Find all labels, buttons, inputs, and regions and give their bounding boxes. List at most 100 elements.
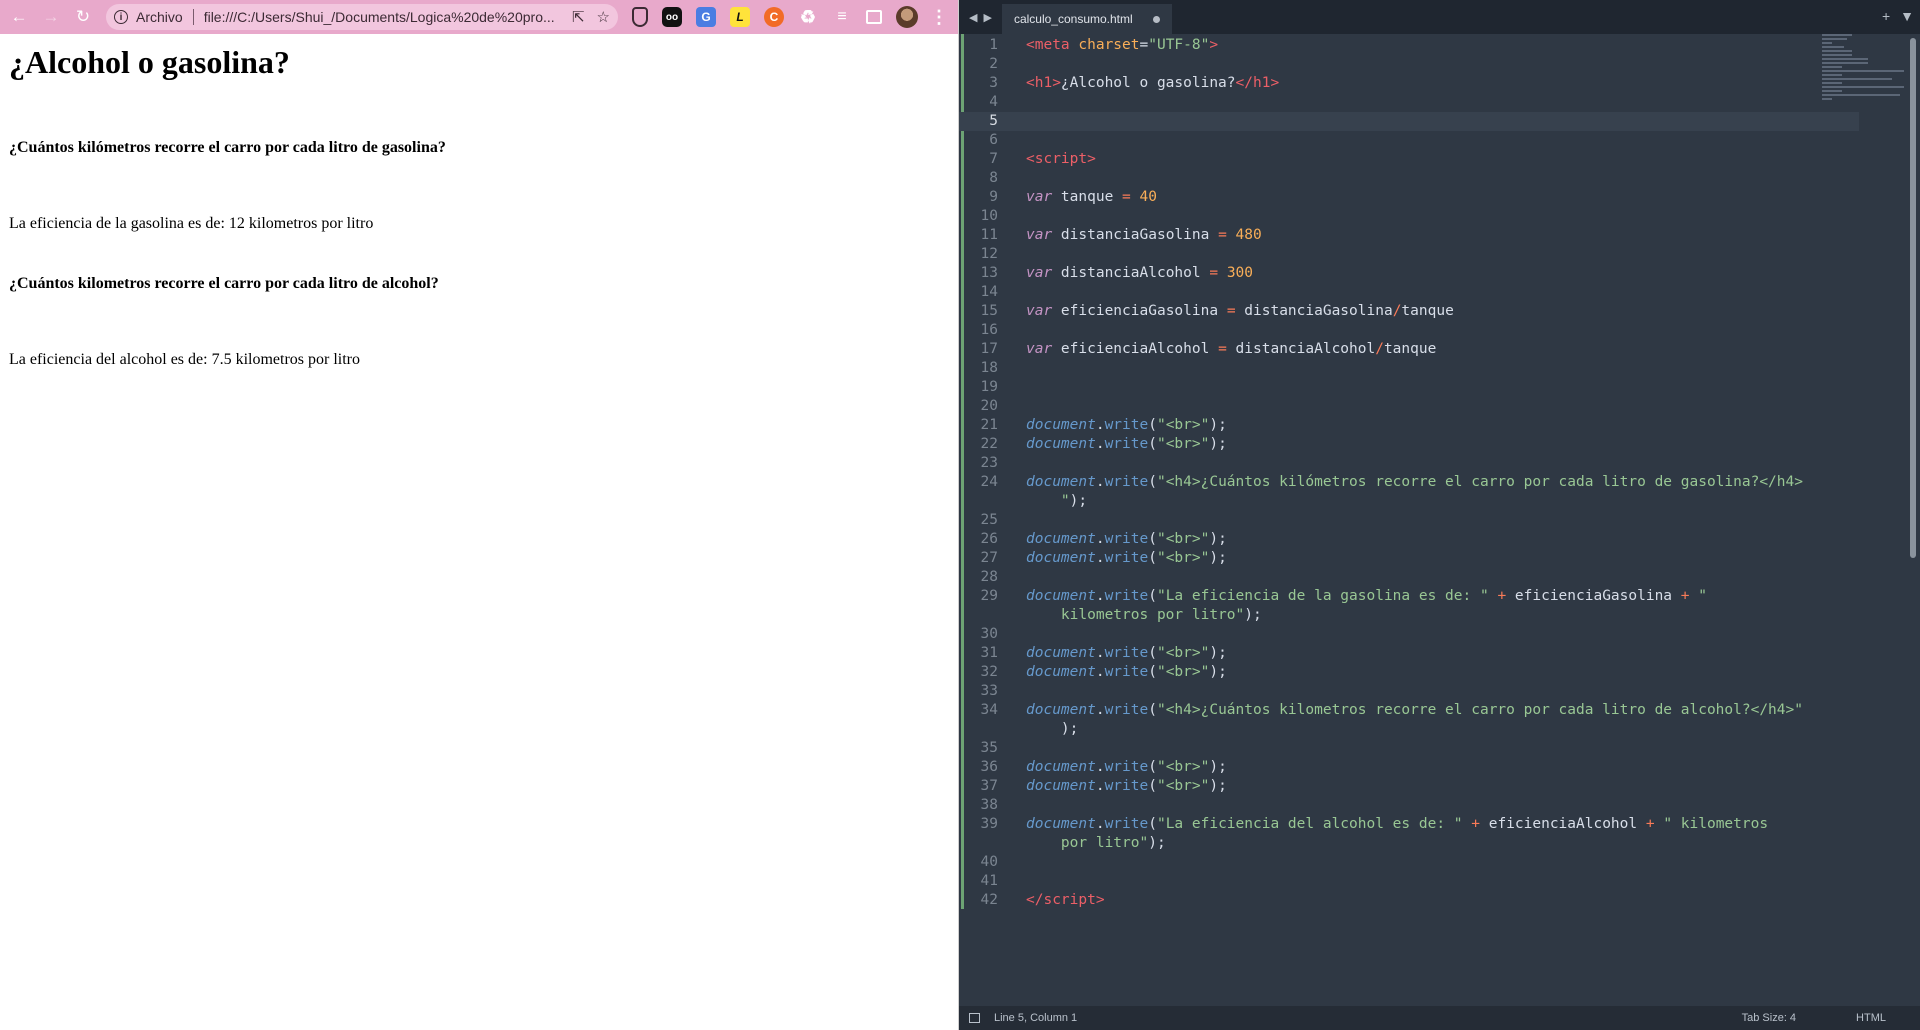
orange-extension-icon[interactable]: C [764,7,784,27]
tab-next-icon[interactable]: ▶ [983,11,991,24]
share-icon[interactable]: ⇱ [572,8,585,26]
line-source [998,169,1026,188]
site-info-icon[interactable]: i [114,10,128,24]
code-line[interactable]: 30 [959,625,1859,644]
line-source: </script> [1026,892,1105,908]
code-line-continuation[interactable]: "); [959,492,1859,511]
page-content: ¿Alcohol o gasolina? ¿Cuántos kilómetros… [0,44,958,369]
result-alcohol: La eficiencia del alcohol es de: 7.5 kil… [9,351,360,368]
tab-size-indicator[interactable]: Tab Size: 4 [1742,1012,1796,1024]
line-source: document.write("La eficiencia de la gaso… [1026,588,1707,604]
line-source: por litro"); [1060,835,1166,851]
line-source: document.write("<br>"); [1026,531,1227,547]
line-source [998,796,1026,815]
code-line-continuation[interactable]: por litro"); [959,834,1859,853]
code-line[interactable]: 36 document.write("<br>"); [959,758,1859,777]
code-area[interactable]: 1 <meta charset="UTF-8"> 2 3 <h1>¿Alcohol o … [959,34,1920,1006]
code-line[interactable]: 10 [959,207,1859,226]
code-line-continuation[interactable]: ); [959,720,1859,739]
back-arrow-icon[interactable]: ← [6,4,32,30]
reading-list-icon[interactable]: ≡ [832,7,852,27]
code-line[interactable]: 13 var distanciaAlcohol = 300 [959,264,1859,283]
new-tab-plus-icon[interactable]: + [1882,8,1890,24]
tab-calculo-consumo[interactable]: calculo_consumo.html [1001,4,1172,34]
code-line[interactable]: 14 [959,283,1859,302]
address-bar[interactable]: i Archivo file:///C:/Users/Shui_/Documen… [106,4,618,30]
code-line[interactable]: 2 [959,55,1859,74]
line-number: 33 [980,683,998,699]
code-line[interactable]: 38 [959,796,1859,815]
line-number: 26 [980,531,998,547]
code-line[interactable]: 35 [959,739,1859,758]
kebab-menu-icon[interactable]: ⋮ [930,7,948,28]
editor-scrollbar[interactable] [1910,38,1916,558]
code-line[interactable]: 42 </script> [959,891,1859,910]
code-line[interactable]: 16 [959,321,1859,340]
line-source: document.write("<br>"); [1026,778,1227,794]
extensions-puzzle-icon[interactable]: ♻ [798,7,818,27]
code-line[interactable]: 21 document.write("<br>"); [959,416,1859,435]
code-line[interactable]: 25 [959,511,1859,530]
code-line[interactable]: 27 document.write("<br>"); [959,549,1859,568]
forward-arrow-icon[interactable]: → [38,4,64,30]
code-line[interactable]: 1 <meta charset="UTF-8"> [959,36,1859,55]
code-line[interactable]: 19 [959,378,1859,397]
code-line[interactable]: 20 [959,397,1859,416]
browser-window: ← → ↻ i Archivo file:///C:/Users/Shui_/D… [0,0,959,1030]
syntax-indicator[interactable]: HTML [1856,1012,1886,1024]
cursor-position[interactable]: Line 5, Column 1 [994,1012,1077,1024]
line-source [998,359,1026,378]
code-line[interactable]: 33 [959,682,1859,701]
code-line[interactable]: 32 document.write("<br>"); [959,663,1859,682]
code-line[interactable]: 12 [959,245,1859,264]
code-lines[interactable]: 1 <meta charset="UTF-8"> 2 3 <h1>¿Alcohol o … [959,36,1859,910]
browser-toolbar: ← → ↻ i Archivo file:///C:/Users/Shui_/D… [0,0,958,34]
code-line[interactable]: 5 [959,112,1859,131]
lotus-extension-icon[interactable]: L [730,7,750,27]
code-line[interactable]: 26 document.write("<br>"); [959,530,1859,549]
code-line[interactable]: 9 var tanque = 40 [959,188,1859,207]
tab-prev-icon[interactable]: ◀ [969,11,977,24]
code-line[interactable]: 18 [959,359,1859,378]
minimap[interactable] [1822,34,1906,174]
side-panel-icon[interactable] [866,10,882,24]
code-line[interactable]: 37 document.write("<br>"); [959,777,1859,796]
reload-icon[interactable]: ↻ [70,4,96,30]
code-line[interactable]: 3 <h1>¿Alcohol o gasolina?</h1> [959,74,1859,93]
line-source [998,93,1026,112]
code-line[interactable]: 40 [959,853,1859,872]
line-number: 30 [980,626,998,642]
translate-extension-icon[interactable]: G [696,7,716,27]
code-line[interactable]: 39 document.write("La eficiencia del alco… [959,815,1859,834]
code-line[interactable]: 7 <script> [959,150,1859,169]
line-source [998,245,1026,264]
code-line[interactable]: 28 [959,568,1859,587]
code-line[interactable]: 41 [959,872,1859,891]
profile-avatar[interactable] [896,6,918,28]
code-line[interactable]: 29 document.write("La eficiencia de la ga… [959,587,1859,606]
code-line[interactable]: 22 document.write("<br>"); [959,435,1859,454]
shield-extension-icon[interactable] [632,7,648,27]
line-number: 6 [989,132,998,148]
code-line[interactable]: 6 [959,131,1859,150]
code-line[interactable]: 31 document.write("<br>"); [959,644,1859,663]
tab-list-chevron-icon[interactable]: ▼ [1900,8,1914,24]
incognito-extension-icon[interactable]: oo [662,7,682,27]
code-line[interactable]: 17 var eficienciaAlcohol = distanciaAlcoh… [959,340,1859,359]
url-text[interactable]: file:///C:/Users/Shui_/Documents/Logica%… [204,9,560,25]
line-source [998,625,1026,644]
bookmark-star-icon[interactable]: ☆ [597,8,610,26]
code-line-continuation[interactable]: kilometros por litro"); [959,606,1859,625]
code-line[interactable]: 24 document.write("<h4>¿Cuántos kilómetro… [959,473,1859,492]
editor-status-bar: Line 5, Column 1 Tab Size: 4 HTML [959,1006,1920,1030]
code-line[interactable]: 4 [959,93,1859,112]
code-line[interactable]: 34 document.write("<h4>¿Cuántos kilometro… [959,701,1859,720]
code-line[interactable]: 11 var distanciaGasolina = 480 [959,226,1859,245]
unsaved-dot-icon[interactable] [1152,15,1160,23]
code-line[interactable]: 15 var eficienciaGasolina = distanciaGaso… [959,302,1859,321]
line-number: 7 [989,151,998,167]
code-line[interactable]: 23 [959,454,1859,473]
line-number: 21 [980,417,998,433]
code-line[interactable]: 8 [959,169,1859,188]
panel-toggle-icon[interactable] [969,1013,980,1023]
